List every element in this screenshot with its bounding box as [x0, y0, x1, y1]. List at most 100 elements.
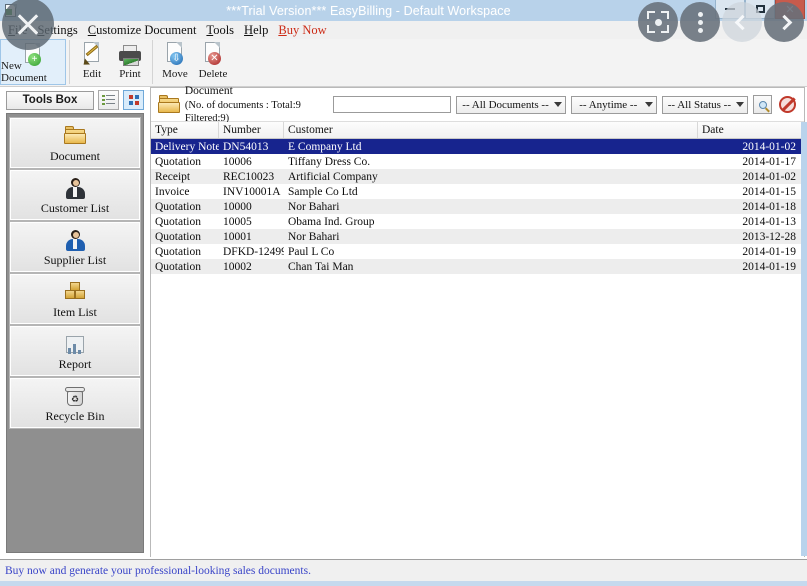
document-count-label: (No. of documents : Total:9 Filtered:9) [184, 99, 301, 124]
boxes-icon [63, 281, 87, 304]
cell-date: 2014-01-17 [742, 155, 796, 168]
edit-label: Edit [82, 68, 102, 80]
cell-number: 10002 [223, 260, 252, 273]
sidebar-item-report[interactable]: Report [9, 325, 141, 377]
column-header-type[interactable]: Type [151, 122, 219, 138]
overlay-close-button[interactable] [2, 0, 54, 50]
cell-date: 2014-01-15 [742, 185, 796, 198]
document-header-folder-icon [157, 94, 180, 116]
window-bottom-edge [0, 581, 807, 586]
chevron-down-icon [736, 102, 744, 107]
table-row[interactable]: Delivery Note DN54013 E Company Ltd 2014… [151, 139, 804, 154]
cell-date: 2014-01-19 [742, 260, 796, 273]
menu-item-buy-now[interactable]: Buy Now [273, 23, 331, 38]
table-row[interactable]: Quotation 10006 Tiffany Dress Co. 2014-0… [151, 154, 804, 169]
table-row[interactable]: Quotation 10000 Nor Bahari 2014-01-18 [151, 199, 804, 214]
clear-filter-button[interactable] [777, 94, 798, 115]
overlay-forward-button[interactable] [764, 2, 804, 42]
cell-type: Quotation [155, 215, 201, 228]
person-blue-icon [63, 229, 87, 252]
cell-type: Invoice [155, 185, 190, 198]
edit-button[interactable]: Edit [73, 39, 111, 85]
tools-box-items: Document Customer List Supplier List Ite… [6, 113, 144, 553]
cell-date: 2013-12-28 [742, 230, 796, 243]
menu-item-help[interactable]: Help [239, 23, 273, 38]
cell-type: Quotation [155, 155, 201, 168]
table-row[interactable]: Invoice INV10001A Sample Co Ltd 2014-01-… [151, 184, 804, 199]
cell-type: Quotation [155, 230, 201, 243]
table-row[interactable]: Quotation 10005 Obama Ind. Group 2014-01… [151, 214, 804, 229]
toolbar-separator-2 [152, 40, 153, 84]
cell-type: Receipt [155, 170, 191, 183]
search-input[interactable] [333, 96, 452, 113]
icon-view-icon [128, 94, 140, 106]
search-button[interactable] [753, 95, 772, 114]
column-header-number[interactable]: Number [219, 122, 284, 138]
print-label: Print [119, 68, 141, 80]
toolbar-group-edit: Edit Print [73, 39, 149, 85]
sidebar-item-recycle-bin[interactable]: ♻ Recycle Bin [9, 377, 141, 429]
chevron-right-icon [776, 14, 792, 30]
sidebar-item-item-list[interactable]: Item List [9, 273, 141, 325]
table-body: Delivery Note DN54013 E Company Ltd 2014… [151, 139, 804, 274]
table-row[interactable]: Quotation 10001 Nor Bahari 2013-12-28 [151, 229, 804, 244]
overlay-menu-button[interactable] [680, 2, 720, 42]
toolbar-group-move-delete: ⇩ Move ✕ Delete [156, 39, 232, 85]
print-button[interactable]: Print [111, 39, 149, 85]
documents-table: Type Number Customer Date Delivery Note … [151, 122, 804, 566]
printer-icon [117, 41, 143, 67]
sidebar-item-supplier-list[interactable]: Supplier List [9, 221, 141, 273]
vertical-scrollbar[interactable] [801, 122, 807, 556]
table-row[interactable]: Receipt REC10023 Artificial Company 2014… [151, 169, 804, 184]
sidebar-item-report-label: Report [58, 356, 92, 371]
chevron-down-icon [553, 102, 562, 107]
delete-icon: ✕ [200, 41, 226, 67]
table-row[interactable]: Quotation 10002 Chan Tai Man 2014-01-19 [151, 259, 804, 274]
menu-item-tools[interactable]: Tools [201, 23, 239, 38]
document-header-text: Document (No. of documents : Total:9 Fil… [185, 84, 333, 125]
status-value: -- All Status -- [667, 98, 731, 111]
sidebar-item-document-label: Document [50, 148, 100, 163]
application-window: ***Trial Version*** EasyBilling - Defaul… [0, 0, 807, 586]
table-row[interactable]: Quotation DFKD-124993 Paul L Co 2014-01-… [151, 244, 804, 259]
cell-number: DN54013 [223, 140, 269, 153]
overlay-back-button[interactable] [722, 2, 762, 42]
column-header-customer[interactable]: Customer [284, 122, 698, 138]
cell-customer: Obama Ind. Group [288, 215, 375, 228]
move-button[interactable]: ⇩ Move [156, 39, 194, 85]
list-view-button[interactable] [98, 90, 119, 110]
cell-customer: Artificial Company [288, 170, 378, 183]
document-type-select[interactable]: -- All Documents -- [456, 95, 566, 114]
cell-type: Delivery Note [155, 140, 219, 153]
report-chart-icon [63, 333, 87, 356]
icon-view-button[interactable] [123, 90, 144, 110]
delete-button[interactable]: ✕ Delete [194, 39, 232, 85]
column-header-date[interactable]: Date [698, 122, 804, 138]
cell-type: Quotation [155, 245, 201, 258]
recycle-bin-icon: ♻ [63, 385, 87, 408]
sidebar-item-item-list-label: Item List [53, 304, 97, 319]
cell-customer: E Company Ltd [288, 140, 362, 153]
overlay-focus-button[interactable] [638, 2, 678, 42]
status-bar: Buy now and generate your professional-l… [0, 559, 807, 581]
cell-customer: Chan Tai Man [288, 260, 354, 273]
move-label: Move [162, 68, 188, 80]
main-toolbar: + New Document Edit Print ⇩ Move ✕ Delet… [0, 39, 807, 87]
focus-target-icon [647, 11, 669, 33]
table-header-row: Type Number Customer Date [151, 122, 804, 139]
more-vertical-icon [697, 11, 703, 33]
move-icon: ⇩ [162, 41, 188, 67]
status-select[interactable]: -- All Status -- [661, 95, 748, 114]
tools-box-sidebar: Tools Box Document Customer List Supplie… [2, 87, 148, 557]
body-area: Tools Box Document Customer List Supplie… [0, 84, 807, 566]
cell-date: 2014-01-19 [742, 245, 796, 258]
cell-customer: Sample Co Ltd [288, 185, 358, 198]
sidebar-item-customer-list[interactable]: Customer List [9, 169, 141, 221]
chevron-down-icon [644, 102, 653, 107]
menu-buy-rest: uy Now [286, 22, 327, 37]
sidebar-item-document[interactable]: Document [9, 117, 141, 169]
sidebar-item-recycle-bin-label: Recycle Bin [45, 408, 105, 423]
menu-item-customize-document[interactable]: Customize Document [83, 23, 202, 38]
no-entry-icon [779, 96, 796, 113]
time-range-select[interactable]: -- Anytime -- [570, 95, 657, 114]
